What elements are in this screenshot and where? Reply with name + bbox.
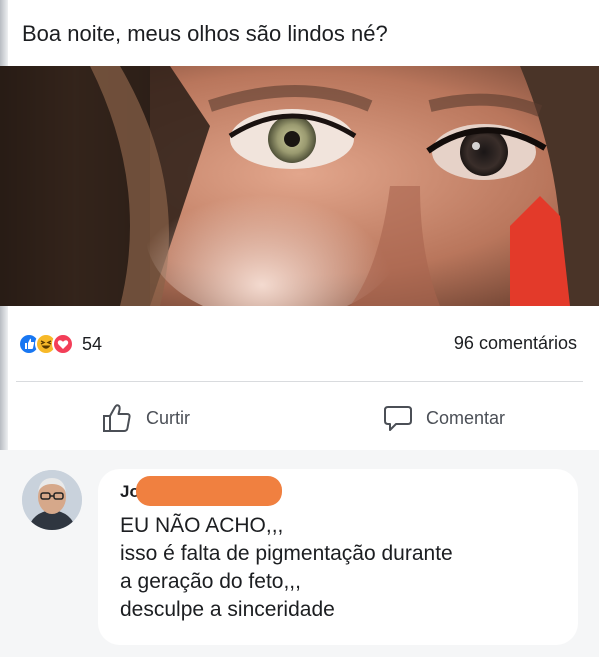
comments-count[interactable]: 96 comentários (454, 333, 577, 354)
divider (16, 381, 583, 382)
post-text: Boa noite, meus olhos são lindos né? (22, 21, 388, 46)
comment-button[interactable]: Comentar (382, 400, 505, 436)
thumbs-up-icon (103, 404, 131, 432)
comment-text: EU NÃO ACHO,,, isso é falta de pigmentaç… (120, 514, 453, 621)
photo-illustration (0, 66, 599, 306)
commenter-avatar[interactable] (22, 470, 82, 530)
like-label: Curtir (146, 407, 190, 428)
comment-label: Comentar (426, 407, 506, 428)
redaction-mark (136, 476, 282, 506)
heart-glyph (57, 340, 69, 349)
reactions-summary[interactable]: 54 (18, 330, 102, 358)
reaction-count: 54 (82, 333, 103, 354)
comment-bubble-icon (384, 406, 412, 431)
avatar-photo (22, 470, 82, 530)
like-button[interactable]: Curtir (100, 400, 190, 436)
post-photo[interactable] (0, 66, 599, 306)
love-icon (52, 333, 74, 355)
